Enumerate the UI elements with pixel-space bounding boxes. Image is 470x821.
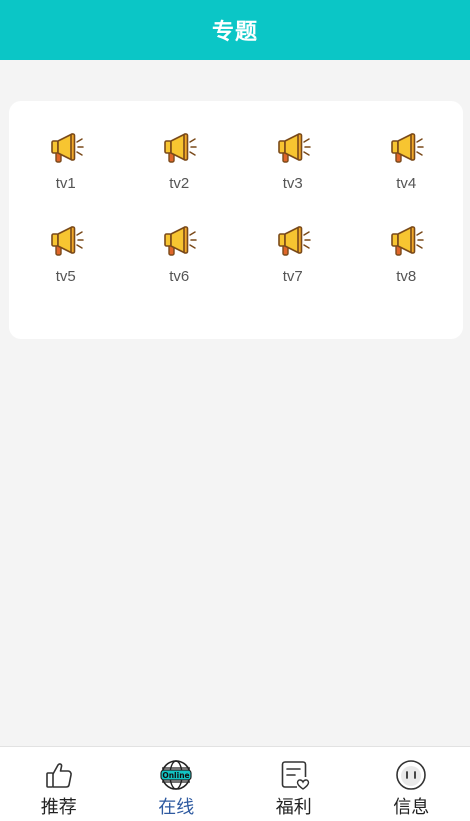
megaphone-icon	[46, 222, 86, 262]
megaphone-icon	[159, 129, 199, 169]
topic-item-tv4[interactable]: tv4	[350, 129, 464, 208]
topic-item-tv2[interactable]: tv2	[123, 129, 237, 208]
tab-label: 在线	[158, 793, 194, 819]
megaphone-icon	[386, 222, 426, 262]
megaphone-icon	[386, 129, 426, 169]
topic-item-tv7[interactable]: tv7	[236, 222, 350, 301]
topic-label: tv8	[396, 268, 416, 285]
tab-label: 推荐	[41, 793, 77, 819]
topic-label: tv4	[396, 175, 416, 192]
topic-label: tv3	[283, 175, 303, 192]
header-bar: 专题	[0, 0, 470, 60]
megaphone-icon	[46, 129, 86, 169]
tab-label: 信息	[393, 793, 429, 819]
bottom-tab-bar: 推荐 Online 在线 福利 信息	[0, 746, 470, 821]
topic-label: tv5	[56, 268, 76, 285]
tab-label: 福利	[276, 793, 312, 819]
topic-item-tv8[interactable]: tv8	[350, 222, 464, 301]
topic-card: tv1 tv2 tv3 tv4 tv5 tv6 tv7 tv8	[9, 101, 463, 339]
topic-label: tv2	[169, 175, 189, 192]
tab-messages[interactable]: 信息	[353, 747, 470, 821]
megaphone-icon	[273, 129, 313, 169]
thumbs-up-icon	[43, 759, 75, 791]
megaphone-icon	[273, 222, 313, 262]
note-heart-icon	[278, 759, 310, 791]
tab-recommend[interactable]: 推荐	[0, 747, 118, 821]
megaphone-icon	[159, 222, 199, 262]
topic-grid: tv1 tv2 tv3 tv4 tv5 tv6 tv7 tv8	[9, 129, 463, 301]
topic-item-tv1[interactable]: tv1	[9, 129, 123, 208]
topic-label: tv1	[56, 175, 76, 192]
online-globe-icon: Online	[160, 759, 192, 791]
tab-online[interactable]: Online 在线	[118, 747, 236, 821]
topic-item-tv5[interactable]: tv5	[9, 222, 123, 301]
tab-welfare[interactable]: 福利	[235, 747, 353, 821]
topic-label: tv6	[169, 268, 189, 285]
page-title: 专题	[212, 14, 258, 46]
topic-item-tv6[interactable]: tv6	[123, 222, 237, 301]
message-face-icon	[395, 759, 427, 791]
online-badge-text: Online	[163, 771, 190, 780]
topic-label: tv7	[283, 268, 303, 285]
topic-item-tv3[interactable]: tv3	[236, 129, 350, 208]
